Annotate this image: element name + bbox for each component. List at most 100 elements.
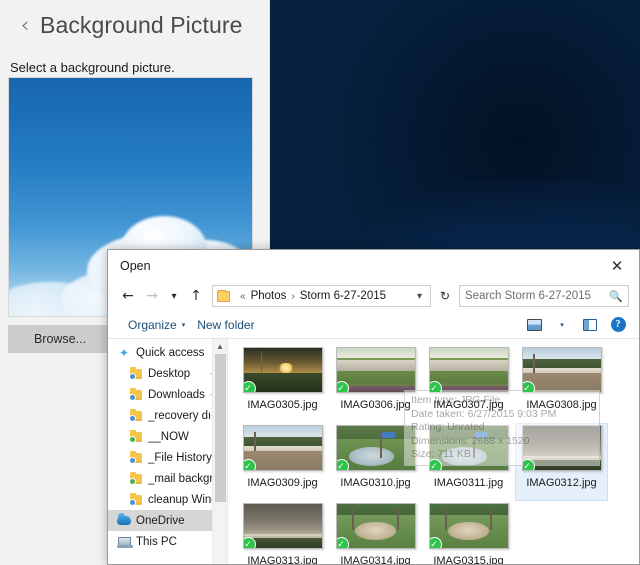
- breadcrumb-segment-storm[interactable]: Storm 6-27-2015: [300, 290, 386, 302]
- file-item[interactable]: ✓ IMAG0310.jpg: [329, 423, 422, 501]
- file-name-label: IMAG0310.jpg: [340, 477, 411, 489]
- back-button[interactable]: ←: [116, 284, 140, 308]
- sidebar-item-label: _recovery driv: [148, 409, 210, 422]
- sidebar-item-onedrive[interactable]: OneDrive: [108, 510, 227, 531]
- folder-icon: [128, 408, 144, 422]
- toolbar-right-group: ▾ ?: [521, 314, 631, 336]
- sidebar-item-cleanup-window[interactable]: cleanup Window: [108, 489, 227, 510]
- open-file-dialog: Open ✕ ← → ▾ ↑ « Photos › Storm 6-27-201…: [107, 249, 640, 565]
- help-icon[interactable]: ?: [605, 314, 631, 336]
- search-placeholder: Search Storm 6-27-2015: [465, 290, 591, 302]
- file-item[interactable]: ✓ IMAG0309.jpg: [236, 423, 329, 501]
- folder-icon: [128, 471, 144, 485]
- chevron-down-icon[interactable]: ▾: [413, 291, 426, 302]
- search-icon[interactable]: 🔍: [609, 290, 623, 303]
- new-folder-button[interactable]: New folder: [191, 315, 260, 335]
- selected-check-icon: ✓: [429, 381, 442, 392]
- screen-root: ‹ Background Picture Select a background…: [0, 0, 640, 565]
- sidebar-item-quick-access[interactable]: ✦ Quick access: [108, 342, 227, 363]
- sidebar-item-desktop[interactable]: Desktop📌: [108, 363, 227, 384]
- file-thumbnail: ✓: [335, 503, 416, 549]
- file-item[interactable]: ✓ IMAG0307.jpg: [422, 345, 515, 423]
- sidebar-item-downloads[interactable]: Downloads📌: [108, 384, 227, 405]
- file-name-label: IMAG0313.jpg: [247, 555, 318, 564]
- page-title: Background Picture: [40, 11, 243, 38]
- file-thumbnail: ✓: [521, 347, 602, 393]
- file-thumbnail: ✓: [242, 347, 323, 393]
- sidebar-item-file-history[interactable]: _File History: [108, 447, 227, 468]
- file-item[interactable]: ✓ IMAG0305.jpg: [236, 345, 329, 423]
- file-name-label: IMAG0311.jpg: [433, 477, 504, 489]
- sidebar-item-now[interactable]: __NOW: [108, 426, 227, 447]
- selected-check-icon: ✓: [243, 459, 256, 470]
- star-icon: ✦: [118, 345, 130, 360]
- breadcrumb-overflow[interactable]: «: [240, 291, 246, 302]
- sidebar-item-label: _File History: [148, 451, 212, 464]
- selected-check-icon: ✓: [522, 459, 535, 470]
- selected-check-icon: ✓: [429, 459, 442, 470]
- refresh-icon[interactable]: ↻: [435, 285, 455, 307]
- sidebar-item-label: This PC: [136, 535, 177, 548]
- file-thumbnail: ✓: [521, 425, 602, 471]
- file-name-label: IMAG0305.jpg: [247, 399, 318, 411]
- selected-check-icon: ✓: [429, 537, 442, 548]
- breadcrumb-segment-photos[interactable]: Photos: [251, 290, 287, 302]
- sidebar-scrollbar[interactable]: ▲: [212, 339, 227, 564]
- up-button[interactable]: ↑: [184, 284, 208, 308]
- file-name-label: IMAG0309.jpg: [247, 477, 318, 489]
- file-item[interactable]: ✓ IMAG0313.jpg: [236, 501, 329, 564]
- folder-icon: [128, 429, 144, 443]
- file-thumbnail: ✓: [335, 425, 416, 471]
- dialog-toolbar: Organize ▾ New folder ▾ ?: [108, 311, 639, 339]
- folder-icon: [128, 492, 144, 506]
- sidebar-item-label: Downloads: [148, 388, 205, 401]
- sidebar-item-recovery-driv[interactable]: _recovery driv📌: [108, 405, 227, 426]
- sidebar-list: ✦Quick accessDesktop📌Downloads📌_recovery…: [108, 339, 227, 552]
- file-item[interactable]: ✓ IMAG0306.jpg: [329, 345, 422, 423]
- chevron-left-icon[interactable]: ‹: [10, 14, 40, 36]
- selected-check-icon: ✓: [522, 381, 535, 392]
- selected-check-icon: ✓: [243, 381, 256, 392]
- file-item[interactable]: ✓ IMAG0308.jpg: [515, 345, 608, 423]
- view-options-icon[interactable]: [521, 314, 547, 336]
- file-item[interactable]: ✓ IMAG0312.jpg: [515, 423, 608, 501]
- forward-button[interactable]: →: [140, 284, 164, 308]
- folder-icon: [128, 366, 144, 380]
- settings-header: ‹ Background Picture: [0, 0, 269, 50]
- recent-locations-button[interactable]: ▾: [164, 284, 184, 308]
- file-name-label: IMAG0315.jpg: [433, 555, 504, 564]
- file-item[interactable]: ✓ IMAG0314.jpg: [329, 501, 422, 564]
- file-thumbnail: ✓: [428, 503, 509, 549]
- file-item[interactable]: ✓ IMAG0315.jpg: [422, 501, 515, 564]
- this-pc-icon: [116, 537, 133, 548]
- file-item[interactable]: ✓ IMAG0311.jpg: [422, 423, 515, 501]
- file-name-label: IMAG0312.jpg: [526, 477, 597, 489]
- file-thumbnail: ✓: [335, 347, 416, 393]
- organize-button[interactable]: Organize ▾: [122, 315, 191, 335]
- search-input[interactable]: Search Storm 6-27-2015 🔍: [459, 285, 629, 307]
- browse-button[interactable]: Browse...: [8, 325, 112, 353]
- folder-icon: [128, 450, 144, 464]
- close-icon[interactable]: ✕: [595, 250, 639, 281]
- dialog-body: ✦Quick accessDesktop📌Downloads📌_recovery…: [108, 339, 639, 564]
- organize-label: Organize: [128, 317, 177, 332]
- sidebar-item-this-pc[interactable]: This PC: [108, 531, 227, 552]
- chevron-up-icon[interactable]: ▲: [213, 339, 227, 353]
- navigation-sidebar: ✦Quick accessDesktop📌Downloads📌_recovery…: [108, 339, 228, 564]
- selected-check-icon: ✓: [243, 537, 256, 548]
- folder-icon: [217, 289, 230, 302]
- file-grid: ✓ IMAG0305.jpg ✓ IMAG0306.jpg ✓ IMAG0307.jpg ✓…: [236, 345, 639, 564]
- file-list-area[interactable]: ✓ IMAG0305.jpg ✓ IMAG0306.jpg ✓ IMAG0307.jpg ✓…: [228, 339, 639, 564]
- file-name-label: IMAG0306.jpg: [340, 399, 411, 411]
- file-name-label: IMAG0308.jpg: [526, 399, 597, 411]
- preview-pane-icon[interactable]: [577, 314, 603, 336]
- address-bar[interactable]: « Photos › Storm 6-27-2015 ▾: [212, 285, 431, 307]
- selected-check-icon: ✓: [336, 459, 349, 470]
- file-thumbnail: ✓: [242, 503, 323, 549]
- sidebar-item-mail-backgroun[interactable]: _mail backgroun: [108, 468, 227, 489]
- chevron-down-icon: ▾: [181, 321, 186, 329]
- sidebar-item-label: __NOW: [148, 430, 189, 443]
- selected-check-icon: ✓: [336, 537, 349, 548]
- view-options-dropdown-icon[interactable]: ▾: [549, 314, 575, 336]
- scrollbar-thumb[interactable]: [215, 354, 226, 502]
